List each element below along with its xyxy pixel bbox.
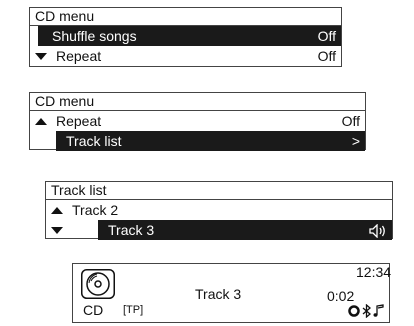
scroll-down-arrow-icon (51, 220, 69, 240)
menu-item-label: Shuffle songs (52, 28, 137, 44)
menu-item-value: Off (317, 28, 336, 44)
elapsed-time: 0:02 (327, 288, 355, 304)
cd-menu-panel-1: CD menu Shuffle songs Off Repeat Off (29, 7, 342, 67)
menu-item-label: Repeat (56, 48, 102, 64)
track-item-label: Track 2 (72, 202, 119, 218)
bluetooth-icon (362, 303, 371, 319)
status-icons (348, 303, 386, 319)
track-item-track-2[interactable]: Track 2 (46, 200, 392, 220)
disc-icon (81, 269, 115, 299)
scroll-up-arrow-icon (35, 111, 53, 131)
source-label: CD (83, 302, 104, 318)
now-playing-display: CD [TP] Track 3 0:02 12:34 (72, 263, 392, 323)
menu-item-repeat[interactable]: Repeat Off (30, 46, 341, 66)
cd-menu-panel-2: CD menu Repeat Off Track list > (29, 92, 366, 151)
music-note-icon (373, 304, 384, 317)
track-item-track-3[interactable]: Track 3 (98, 220, 392, 240)
menu-item-track-list[interactable]: Track list > (56, 131, 365, 151)
menu-item-value: Off (341, 113, 360, 129)
chevron-right-icon: > (351, 133, 360, 149)
scroll-down-arrow-icon (35, 46, 53, 66)
track-item-track-3-row: Track 3 (46, 220, 392, 240)
menu-item-label: Repeat (56, 113, 102, 129)
circle-icon (348, 305, 360, 317)
panel-title: CD menu (30, 8, 341, 26)
track-item-label: Track 3 (108, 222, 155, 238)
panel-title: CD menu (30, 93, 365, 111)
traffic-program-indicator: [TP] (123, 304, 144, 316)
speaker-icon (369, 223, 387, 239)
scroll-up-arrow-icon (51, 200, 69, 220)
current-track-title: Track 3 (195, 286, 242, 302)
track-list-panel: Track list Track 2 Track 3 (45, 181, 393, 240)
menu-item-value: Off (317, 48, 336, 64)
clock: 12:34 (356, 264, 392, 280)
menu-item-repeat[interactable]: Repeat Off (30, 111, 365, 131)
menu-item-shuffle-songs[interactable]: Shuffle songs Off (38, 26, 341, 46)
menu-item-label: Track list (66, 133, 122, 149)
panel-title: Track list (46, 182, 392, 200)
